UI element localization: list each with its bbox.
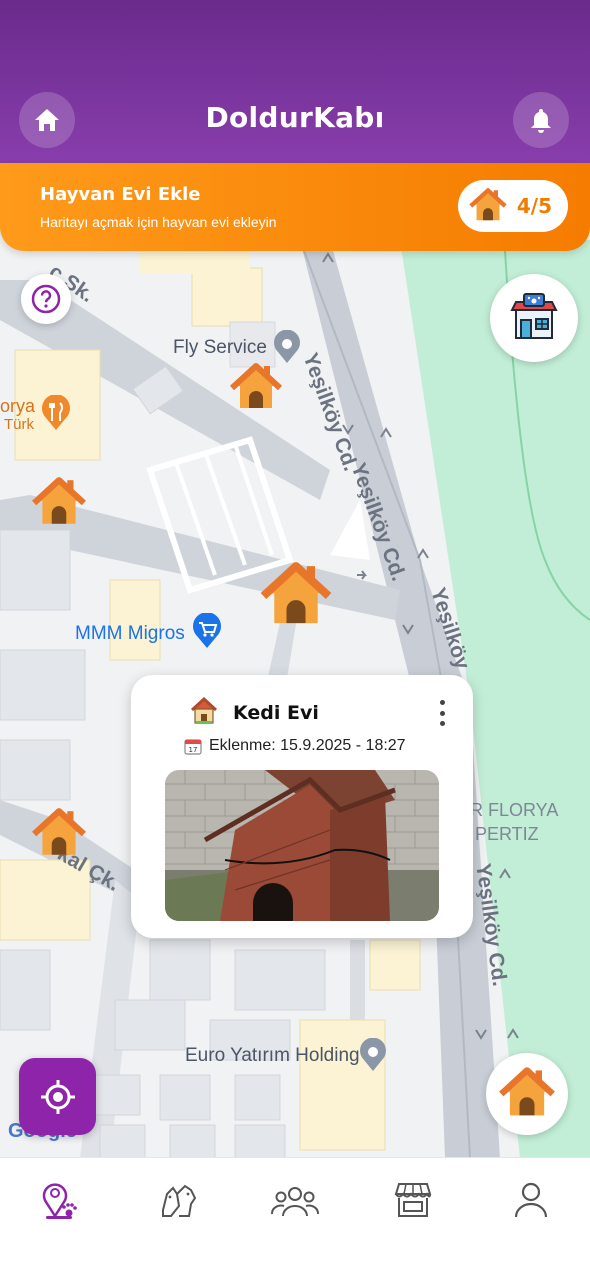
- add-animal-house-button[interactable]: [486, 1053, 568, 1135]
- question-icon: [31, 284, 61, 314]
- help-button[interactable]: [21, 274, 71, 324]
- house-icon: [190, 696, 218, 724]
- animal-house-pin-icon[interactable]: [258, 558, 334, 639]
- poi-florya-left-1: orya: [0, 396, 36, 416]
- animal-house-photo[interactable]: [165, 770, 439, 921]
- poi-migros[interactable]: MMM Migros: [75, 623, 185, 645]
- animal-house-icon: [499, 1067, 555, 1116]
- nav-pets[interactable]: [148, 1170, 208, 1230]
- calendar-icon: 17: [184, 739, 202, 755]
- shop-icon: [394, 1183, 432, 1217]
- counter-text: 4/5: [516, 194, 552, 218]
- map-paw-icon: [42, 1183, 77, 1219]
- profile-icon: [514, 1182, 548, 1218]
- poi-pin-icon[interactable]: [358, 1037, 388, 1077]
- poi-florya-right-1: R FLORYA: [470, 800, 559, 820]
- animal-house-pin-icon[interactable]: [30, 805, 88, 868]
- bell-icon: [531, 109, 551, 133]
- app-title: DoldurKabı: [205, 101, 385, 134]
- poi-florya-left-2: Türk: [4, 416, 34, 433]
- svg-text:17: 17: [189, 746, 198, 754]
- popup-date: Eklenme: 15.9.2025 - 18:27: [209, 737, 406, 754]
- pets-icon: [162, 1184, 197, 1217]
- banner-title: Hayvan Evi Ekle: [40, 184, 201, 205]
- popup-title: Kedi Evi: [233, 702, 319, 724]
- bottom-navigation: [0, 1157, 590, 1280]
- nav-map[interactable]: [29, 1170, 89, 1230]
- animal-house-counter: 4/5: [458, 180, 568, 232]
- vet-clinic-icon: [510, 293, 558, 339]
- crosshair-icon: [40, 1079, 75, 1114]
- animal-house-popup[interactable]: Kedi Evi 17 Eklenme: 15.9.2025 - 18:27: [131, 675, 473, 938]
- notifications-button[interactable]: [513, 92, 569, 148]
- nav-community[interactable]: [265, 1170, 325, 1230]
- my-location-button[interactable]: [19, 1058, 96, 1135]
- add-animal-house-banner[interactable]: Hayvan Evi Ekle Haritayı açmak için hayv…: [0, 163, 590, 251]
- nav-profile[interactable]: [501, 1170, 561, 1230]
- app-header: DoldurKabı: [0, 0, 590, 175]
- nav-shop[interactable]: [383, 1170, 443, 1230]
- more-options-icon[interactable]: [437, 700, 447, 726]
- animal-house-icon: [469, 188, 507, 221]
- banner-subtitle: Haritayı açmak için hayvan evi ekleyin: [40, 214, 277, 230]
- poi-florya-right-2: PERTIZ: [475, 824, 539, 844]
- active-tab-indicator: [46, 1216, 72, 1219]
- vet-clinic-button[interactable]: [490, 274, 578, 362]
- poi-euro[interactable]: Euro Yatırım Holding: [185, 1045, 360, 1067]
- animal-house-pin-icon[interactable]: [228, 360, 284, 421]
- shopping-cart-pin-icon[interactable]: [191, 612, 223, 654]
- restaurant-pin-icon[interactable]: [40, 394, 72, 436]
- poi-fly-service[interactable]: Fly Service: [173, 337, 267, 359]
- community-icon: [271, 1187, 319, 1217]
- animal-house-pin-icon[interactable]: [30, 474, 88, 537]
